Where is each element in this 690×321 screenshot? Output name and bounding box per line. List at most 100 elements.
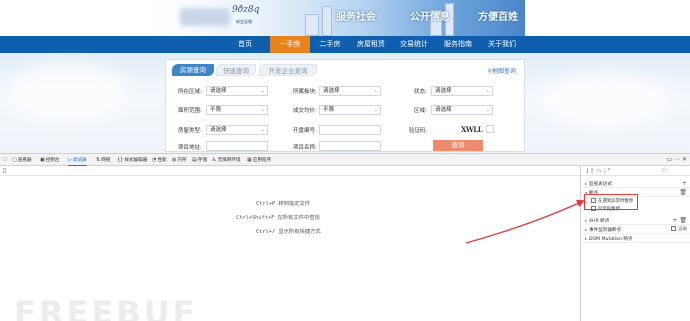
zone-label: 区域: [414, 108, 427, 114]
nav-item-home[interactable]: 首页 [220, 36, 270, 53]
tab-style-editor[interactable]: {}样式编辑器 [117, 154, 147, 166]
project-name-input[interactable] [319, 141, 381, 151]
tab-memory[interactable]: ◍内存 [172, 154, 187, 166]
step-over-icon[interactable]: ⤼ [596, 168, 602, 174]
status-label: 状态: [414, 89, 427, 95]
map-search-link[interactable]: ⚲地图查询 [488, 66, 516, 75]
site-banner: 9ðz8q 新会县城 服务社会 公开信息 方便百姓 [0, 0, 690, 36]
tab-performance[interactable]: ◔性能 [152, 154, 167, 166]
tab-storage[interactable]: ▤存储 [192, 154, 207, 166]
event-listener-section[interactable]: ▸ 事件监听器断点 记录 [581, 225, 690, 234]
close-icon[interactable]: ✕ [682, 156, 687, 163]
area-label: 面积范围: [178, 108, 202, 114]
xhr-breakpoints-section[interactable]: ▸ XHR 断点 + 🗑 [581, 216, 690, 225]
nav-item-second-hand[interactable]: 二手房 [310, 36, 350, 53]
permit-input[interactable] [319, 125, 381, 135]
tab-inspector[interactable]: ▢查看器 [12, 154, 32, 166]
log-label: 记录 [678, 227, 687, 232]
step-out-icon[interactable]: ⤒ [608, 168, 610, 174]
project-addr-input[interactable] [206, 141, 268, 151]
toggle-sources-icon[interactable]: ▯ [3, 167, 6, 174]
highlight-box [584, 194, 638, 210]
application-icon: ▦ [247, 157, 252, 163]
tab-console-label: 控制台 [45, 158, 60, 163]
permit-label: 开盘编号: [293, 128, 317, 134]
search-button[interactable]: 查询 [433, 140, 483, 151]
devtools-panel: ⬚ ▢查看器 ▣控制台 ▷调试器 ⇅网络 {}样式编辑器 ◔性能 ◍内存 ▤存储… [0, 153, 690, 321]
storage-icon: ▤ [192, 157, 197, 163]
nav-item-statistics[interactable]: 交易统计 [392, 36, 436, 53]
nav-item-new-house[interactable]: 一手房 [270, 36, 310, 53]
house-type-select[interactable]: 请选择 ⌄ [206, 125, 268, 135]
project-addr-label: 项目地址: [178, 145, 202, 151]
browser-page: 9ðz8q 新会县城 服务社会 公开信息 方便百姓 首页 一手房 二手房 房屋租… [0, 0, 690, 321]
add-remove-icons[interactable]: + 🗑 [672, 216, 687, 225]
shortcut-hint: Ctrl+Shift+F 在所有文件中查找 [236, 215, 320, 221]
braces-icon: {} [117, 157, 124, 163]
debugger-controls: ❙❙ ⤼ ⤓ ⤒ ⬠ [581, 166, 690, 176]
freebuf-watermark: FREEBUF [14, 294, 198, 321]
background-cloud [8, 63, 128, 123]
xhr-label: XHR 断点 [589, 219, 610, 224]
captcha-input[interactable] [486, 125, 494, 133]
zone-value: 请选择 [435, 107, 452, 113]
block-select[interactable]: 请选择 ⌄ [319, 86, 381, 96]
trash-icon[interactable]: 🗑 [679, 188, 687, 197]
tab-house-search[interactable]: 房源查询 [172, 64, 214, 76]
tab-debugger[interactable]: ▷调试器 [68, 154, 87, 166]
collapse-triangle-icon: ▸ [585, 218, 588, 223]
tab-accessibility[interactable]: ♿无障碍环境 [212, 154, 240, 166]
region-select[interactable]: 请选择 ⌄ [206, 86, 268, 96]
dom-mutation-section[interactable]: ▸ DOM Mutation 断点 [581, 234, 690, 243]
area-select[interactable]: 不限 ⌄ [206, 105, 268, 115]
tab-storage-label: 存储 [197, 158, 207, 163]
tab-application-label: 应用程序 [252, 158, 272, 163]
status-select[interactable]: 请选择 ⌄ [431, 86, 493, 96]
inspector-pick-icon[interactable]: ⬚ [3, 154, 7, 166]
chevron-down-icon: ⌄ [260, 127, 265, 133]
accessibility-icon: ♿ [212, 157, 217, 163]
add-icon[interactable]: + [682, 179, 687, 188]
tab-network[interactable]: ⇅网络 [96, 154, 110, 166]
nav-item-rental[interactable]: 房屋租赁 [350, 36, 392, 53]
memory-icon: ◍ [172, 157, 177, 163]
tab-developer-search[interactable]: 开发企业查询 [259, 64, 317, 76]
building-shape [305, 14, 319, 36]
background-cloud [540, 73, 670, 128]
project-name-label: 项目名称: [293, 145, 317, 151]
watch-label: 监视表达式 [589, 182, 612, 187]
nav-item-about[interactable]: 关于我们 [480, 36, 524, 53]
pause-icon[interactable]: ❙❙ [585, 168, 594, 174]
watch-expressions-section[interactable]: ▸ 监视表达式 + [581, 179, 690, 188]
search-panel: 房源查询 快速查询 开发企业查询 ⚲地图查询 所在区域: 请选择 ⌄ 所属板块: … [165, 59, 525, 152]
building-shape [322, 6, 332, 36]
tab-quick-search[interactable]: 快速查询 [216, 64, 256, 76]
main-nav: 首页 一手房 二手房 房屋租赁 交易统计 服务指南 关于我们 [0, 36, 690, 53]
deactivate-breakpoints-icon[interactable]: ⬠ [662, 168, 667, 174]
more-options-icon[interactable]: ⋯ [674, 156, 680, 163]
logo-subtext: 新会县城 [236, 19, 252, 24]
nav-item-guide[interactable]: 服务指南 [436, 36, 480, 53]
inspector-icon: ▢ [12, 157, 17, 163]
block-label: 所属板块: [293, 89, 317, 95]
log-option[interactable]: 记录 [671, 225, 687, 234]
zone-select[interactable]: 请选择 ⌄ [431, 105, 493, 115]
avg-price-select[interactable]: 不限 ⌄ [319, 105, 381, 115]
dock-icon[interactable]: ▭ [666, 156, 672, 163]
step-in-icon[interactable]: ⤓ [604, 168, 606, 174]
captcha-image[interactable]: XWLL [461, 125, 483, 135]
performance-icon: ◔ [152, 157, 157, 163]
tab-console[interactable]: ▣控制台 [40, 154, 60, 166]
collapse-triangle-icon: ▸ [585, 227, 588, 232]
house-type-label: 房屋类型: [178, 128, 202, 134]
collapse-triangle-icon: ▸ [585, 181, 588, 186]
region-value: 请选择 [210, 88, 227, 94]
chevron-down-icon: ⌄ [373, 88, 378, 94]
tab-accessibility-label: 无障碍环境 [217, 158, 241, 163]
banner-image: 9ðz8q 新会县城 服务社会 公开信息 方便百姓 [150, 0, 525, 36]
tab-performance-label: 性能 [157, 158, 167, 163]
tab-application[interactable]: ▦应用程序 [247, 154, 271, 166]
page-content: 房源查询 快速查询 开发企业查询 ⚲地图查询 所在区域: 请选择 ⌄ 所属板块: … [0, 53, 690, 153]
slogan: 公开信息 [410, 12, 450, 23]
checkbox[interactable] [671, 226, 676, 231]
